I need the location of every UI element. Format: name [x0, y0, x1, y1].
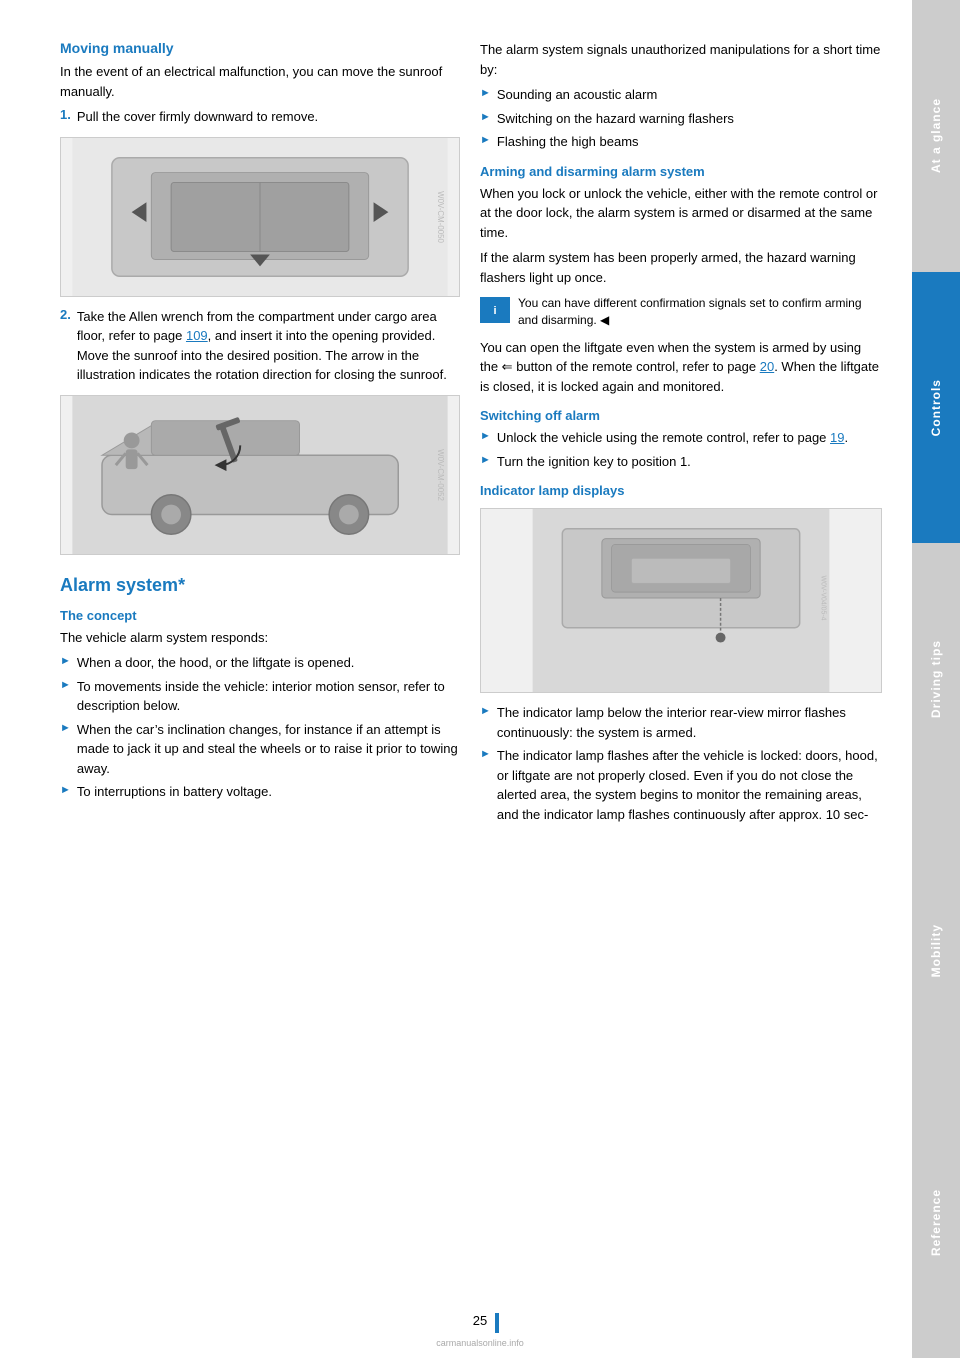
- concept-bullet-1: ► When a door, the hood, or the liftgate…: [60, 653, 460, 673]
- concept-bullet-4: ► To interruptions in battery voltage.: [60, 782, 460, 802]
- arming-note-text: You can have different confirmation sign…: [518, 295, 882, 330]
- step-2-num: 2.: [60, 307, 71, 385]
- sidebar-tab-at-a-glance[interactable]: At a glance: [912, 0, 960, 272]
- indicator-1-text: The indicator lamp below the interior re…: [497, 703, 882, 742]
- sidebar-tab-mobility[interactable]: Mobility: [912, 815, 960, 1087]
- concept-bullet-list: ► When a door, the hood, or the liftgate…: [60, 653, 460, 802]
- alarm-arrow-1: ►: [480, 87, 491, 99]
- arming-text-2: If the alarm system has been properly ar…: [480, 248, 882, 287]
- alarm-signals-intro: The alarm system signals unauthorized ma…: [480, 40, 882, 79]
- concept-bullet-1-text: When a door, the hood, or the liftgate i…: [77, 653, 355, 673]
- note-svg: i: [481, 299, 509, 321]
- alarm-signals-bullets: ► Sounding an acoustic alarm ► Switching…: [480, 85, 882, 152]
- step-1-text: Pull the cover firmly downward to remove…: [77, 107, 318, 127]
- note-icon: i: [480, 297, 510, 323]
- indicator-lamp-diagram: W0V-V04/05-4: [480, 508, 882, 693]
- switching-off-1: ► Unlock the vehicle using the remote co…: [480, 428, 882, 448]
- page-link-20: 20: [760, 359, 774, 374]
- left-column: Moving manually In the event of an elect…: [60, 40, 460, 1318]
- sidebar: At a glance Controls Driving tips Mobili…: [912, 0, 960, 1358]
- svg-text:i: i: [493, 305, 496, 317]
- switching-off-heading: Switching off alarm: [480, 408, 882, 423]
- bullet-arrow-3: ►: [60, 722, 71, 734]
- alarm-signal-3: ► Flashing the high beams: [480, 132, 882, 152]
- moving-manually-heading: Moving manually: [60, 40, 460, 56]
- sidebar-tab-reference-label: Reference: [929, 1189, 943, 1256]
- indicator-2-text: The indicator lamp flashes after the veh…: [497, 746, 882, 824]
- switch-arrow-2: ►: [480, 454, 491, 466]
- indicator-arrow-2: ►: [480, 748, 491, 760]
- arming-text-1: When you lock or unlock the vehicle, eit…: [480, 184, 882, 243]
- page-link-109: 109: [186, 328, 208, 343]
- indicator-arrow-1: ►: [480, 705, 491, 717]
- sidebar-tab-controls-label: Controls: [929, 379, 943, 436]
- alarm-signal-1-text: Sounding an acoustic alarm: [497, 85, 657, 105]
- page-line: [495, 1313, 499, 1333]
- alarm-system-heading: Alarm system*: [60, 575, 460, 596]
- indicator-lamp-heading: Indicator lamp displays: [480, 483, 882, 498]
- step-2: 2. Take the Allen wrench from the compar…: [60, 307, 460, 385]
- the-concept-intro: The vehicle alarm system responds:: [60, 628, 460, 648]
- concept-bullet-2-text: To movements inside the vehicle: interio…: [77, 677, 460, 716]
- concept-bullet-3-text: When the car’s inclination changes, for …: [77, 720, 460, 779]
- bullet-arrow-4: ►: [60, 784, 71, 796]
- indicator-lamp-svg: W0V-V04/05-4: [481, 509, 881, 692]
- sidebar-tab-driving-tips-label: Driving tips: [929, 640, 943, 718]
- bullet-arrow-1: ►: [60, 655, 71, 667]
- bottom-watermark: carmanualsonline.info: [436, 1338, 524, 1348]
- sidebar-tab-controls[interactable]: Controls: [912, 272, 960, 544]
- indicator-1: ► The indicator lamp below the interior …: [480, 703, 882, 742]
- alarm-signal-2-text: Switching on the hazard warning flashers: [497, 109, 734, 129]
- sunroof-diagram-1: W0V-CM-0050: [60, 137, 460, 297]
- switching-off-2: ► Turn the ignition key to position 1.: [480, 452, 882, 472]
- switching-off-2-text: Turn the ignition key to position 1.: [497, 452, 691, 472]
- concept-bullet-3: ► When the car’s inclination changes, fo…: [60, 720, 460, 779]
- page-number: 25: [473, 1313, 487, 1328]
- right-column: The alarm system signals unauthorized ma…: [480, 40, 882, 1318]
- sidebar-tab-reference[interactable]: Reference: [912, 1086, 960, 1358]
- page-container: Moving manually In the event of an elect…: [0, 0, 960, 1358]
- arming-text-3: You can open the liftgate even when the …: [480, 338, 882, 397]
- svg-text:W0V-CM-0050: W0V-CM-0050: [436, 191, 445, 243]
- page-link-19: 19: [830, 430, 844, 445]
- switch-arrow-1: ►: [480, 430, 491, 442]
- alarm-arrow-2: ►: [480, 111, 491, 123]
- sidebar-tab-mobility-label: Mobility: [929, 924, 943, 977]
- switching-off-bullets: ► Unlock the vehicle using the remote co…: [480, 428, 882, 471]
- moving-manually-intro: In the event of an electrical malfunctio…: [60, 62, 460, 101]
- sunroof-diagram-2: W0V-CM-0052: [60, 395, 460, 555]
- svg-text:W0V-V04/05-4: W0V-V04/05-4: [819, 576, 826, 621]
- indicator-2: ► The indicator lamp flashes after the v…: [480, 746, 882, 824]
- svg-text:W0V-CM-0052: W0V-CM-0052: [436, 449, 445, 501]
- step-2-text: Take the Allen wrench from the compartme…: [77, 307, 460, 385]
- sidebar-tab-driving-tips[interactable]: Driving tips: [912, 543, 960, 815]
- bullet-arrow-2: ►: [60, 679, 71, 691]
- alarm-signal-2: ► Switching on the hazard warning flashe…: [480, 109, 882, 129]
- concept-bullet-2: ► To movements inside the vehicle: inter…: [60, 677, 460, 716]
- alarm-signal-1: ► Sounding an acoustic alarm: [480, 85, 882, 105]
- step-1-num: 1.: [60, 107, 71, 127]
- sunroof-svg-2: W0V-CM-0052: [61, 396, 459, 554]
- the-concept-heading: The concept: [60, 608, 460, 623]
- sidebar-tab-at-a-glance-label: At a glance: [929, 98, 943, 173]
- switching-off-1-text: Unlock the vehicle using the remote cont…: [497, 428, 848, 448]
- main-content: Moving manually In the event of an elect…: [0, 0, 912, 1358]
- step-1: 1. Pull the cover firmly downward to rem…: [60, 107, 460, 127]
- sunroof-svg-1: W0V-CM-0050: [61, 138, 459, 296]
- alarm-arrow-3: ►: [480, 134, 491, 146]
- arming-heading: Arming and disarming alarm system: [480, 164, 882, 179]
- arming-note-box: i You can have different confirmation si…: [480, 295, 882, 330]
- alarm-signal-3-text: Flashing the high beams: [497, 132, 639, 152]
- concept-bullet-4-text: To interruptions in battery voltage.: [77, 782, 272, 802]
